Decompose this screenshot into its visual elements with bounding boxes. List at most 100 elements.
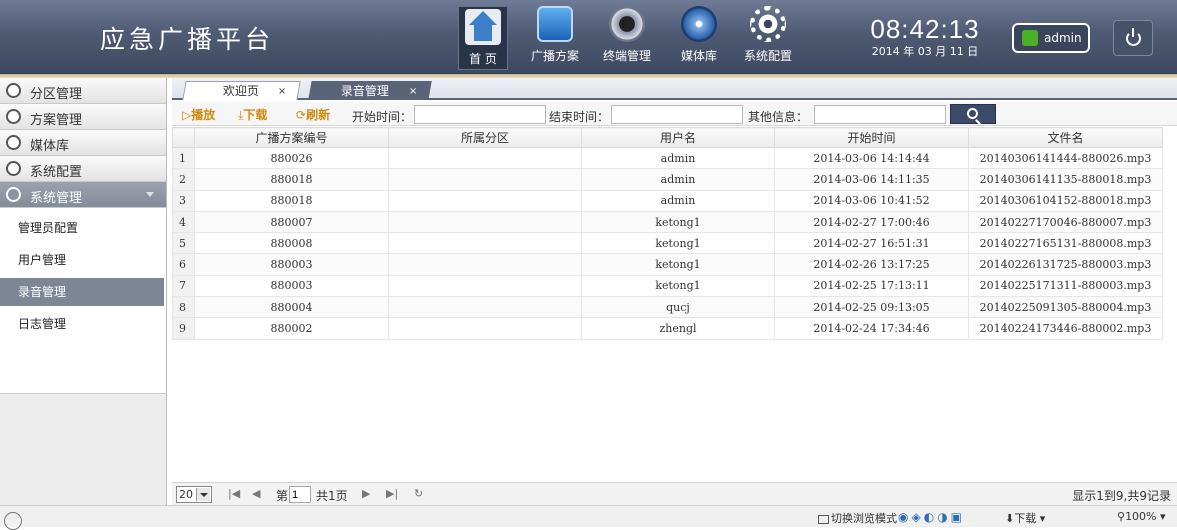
reload-icon[interactable]: ↻ bbox=[414, 487, 423, 500]
start-time-input[interactable] bbox=[414, 105, 546, 124]
location-pin-icon bbox=[6, 83, 21, 98]
table-cell bbox=[388, 296, 582, 319]
column-header[interactable]: 所属分区 bbox=[388, 127, 582, 148]
gear-icon bbox=[6, 161, 21, 176]
sidebar-item-admin-config[interactable]: 管理员配置 bbox=[0, 214, 164, 242]
close-icon[interactable]: × bbox=[277, 82, 285, 101]
table-row[interactable]: 3 880018 admin 2014-03-06 10:41:52 201403061… bbox=[172, 189, 1163, 212]
search-button[interactable] bbox=[950, 104, 996, 124]
toggle-icon[interactable]: ◐◑ bbox=[924, 510, 951, 524]
table-row[interactable]: 2 880018 admin 2014-03-06 14:11:35 201403061… bbox=[172, 168, 1163, 191]
table-body: 1 880026 admin 2014-03-06 14:14:44 201403061… bbox=[172, 146, 1163, 340]
tab-record-manage[interactable]: 录音管理 × bbox=[308, 81, 432, 101]
end-time-label: 结束时间： bbox=[549, 110, 610, 124]
table-cell: ketong1 bbox=[581, 274, 775, 298]
sidebar-group-plan[interactable]: 方案管理 bbox=[0, 104, 166, 130]
column-header[interactable]: 文件名 bbox=[968, 127, 1163, 148]
table-cell: 880002 bbox=[194, 317, 389, 340]
zoom-level[interactable]: ⚲100% ▾ bbox=[1117, 510, 1166, 523]
refresh-button[interactable]: ⟳刷新 bbox=[296, 106, 330, 123]
table-cell bbox=[388, 232, 582, 255]
table-cell bbox=[388, 189, 582, 212]
status-download-label: 下载 bbox=[1014, 512, 1037, 525]
table-row[interactable]: 4 880007 ketong1 2014-02-27 17:00:46 2014022… bbox=[172, 210, 1163, 234]
accelerator-icon[interactable]: ◈ bbox=[911, 510, 923, 524]
download-label: 下载 bbox=[243, 108, 268, 122]
next-page-icon[interactable]: ▶ bbox=[362, 487, 370, 500]
end-time-input[interactable] bbox=[611, 105, 743, 124]
nav-system-config-label: 系统配置 bbox=[743, 49, 792, 63]
table-cell: admin bbox=[581, 168, 775, 191]
home-icon bbox=[465, 9, 501, 45]
sidebar-group-media[interactable]: 媒体库 bbox=[0, 130, 166, 156]
table-cell: 880018 bbox=[194, 189, 389, 212]
zoom-value: 100% bbox=[1125, 510, 1157, 523]
nav-terminal[interactable]: 终端管理 bbox=[596, 6, 658, 70]
switch-browse-mode-label: 切换浏览模式 bbox=[831, 512, 897, 525]
user-button[interactable]: admin bbox=[1012, 23, 1090, 53]
shield-icon[interactable]: ▣ bbox=[951, 510, 965, 524]
user-icon bbox=[1022, 30, 1038, 46]
tab-welcome[interactable]: 欢迎页 × bbox=[182, 81, 301, 101]
table-row[interactable]: 7 880003 ketong1 2014-02-25 17:13:11 2014022… bbox=[172, 274, 1163, 298]
page-size-select[interactable]: 20 bbox=[176, 486, 212, 503]
table-cell bbox=[388, 317, 582, 340]
page-total: 共1页 bbox=[316, 489, 348, 503]
page-number-input[interactable] bbox=[289, 486, 311, 503]
download-button[interactable]: ⤓下载 bbox=[238, 106, 267, 123]
status-download[interactable]: ⬇下载 ▾ bbox=[1005, 510, 1045, 526]
row-number-cell: 7 bbox=[172, 274, 195, 298]
tab-label: 欢迎页 bbox=[222, 84, 259, 98]
table-row[interactable]: 1 880026 admin 2014-03-06 14:14:44 201403061… bbox=[172, 146, 1163, 170]
table-cell: 20140225171311-880003.mp3 bbox=[968, 274, 1163, 298]
search-icon bbox=[967, 108, 978, 119]
prev-page-icon[interactable]: ◀ bbox=[252, 487, 260, 500]
close-icon[interactable]: × bbox=[408, 82, 416, 101]
table-row[interactable]: 5 880008 ketong1 2014-02-27 16:51:31 2014022… bbox=[172, 232, 1163, 255]
table-cell: ketong1 bbox=[581, 210, 775, 234]
last-page-icon[interactable]: ▶| bbox=[386, 487, 398, 500]
sidebar-group-zone[interactable]: 分区管理 bbox=[0, 78, 166, 104]
nav-system-config[interactable]: 系统配置 bbox=[736, 6, 800, 70]
clock-date: 2014 年 03 月 11 日 bbox=[871, 45, 979, 58]
table-cell: 20140306141444-880026.mp3 bbox=[968, 146, 1163, 170]
table-cell: admin bbox=[581, 146, 775, 170]
table-cell: 2014-02-27 16:51:31 bbox=[774, 232, 969, 255]
other-info-input[interactable] bbox=[814, 105, 946, 124]
sidebar-group-label: 系统管理 bbox=[30, 191, 83, 206]
column-header[interactable]: 广播方案编号 bbox=[194, 127, 389, 148]
first-page-icon[interactable]: |◀ bbox=[228, 487, 240, 500]
play-button[interactable]: ▷播放 bbox=[182, 106, 215, 123]
status-icons: ◉◈◐◑▣ bbox=[898, 510, 965, 524]
table-cell bbox=[388, 210, 582, 234]
nav-home[interactable]: 首 页 bbox=[458, 6, 508, 70]
table-row[interactable]: 9 880002 zhengl 2014-02-24 17:34:46 20140224… bbox=[172, 317, 1163, 340]
table-cell bbox=[388, 253, 582, 276]
start-time-label: 开始时间： bbox=[352, 110, 413, 124]
table-cell: 880018 bbox=[194, 168, 389, 191]
column-header[interactable]: 开始时间 bbox=[774, 127, 969, 148]
nav-terminal-label: 终端管理 bbox=[602, 49, 651, 63]
table-row[interactable]: 8 880004 qucj 2014-02-25 09:13:05 2014022509… bbox=[172, 296, 1163, 319]
clock: 08:42:13 2014 年 03 月 11 日 bbox=[860, 14, 990, 59]
sidebar-group-config[interactable]: 系统配置 bbox=[0, 156, 166, 182]
nav-broadcast-plan[interactable]: 广播方案 bbox=[522, 6, 588, 70]
sidebar-item-record-manage[interactable]: 录音管理 bbox=[0, 278, 164, 306]
sidebar-item-user-manage[interactable]: 用户管理 bbox=[0, 246, 164, 274]
status-globe-icon bbox=[4, 512, 22, 530]
sidebar-group-system[interactable]: 系统管理 bbox=[0, 182, 166, 208]
play-label: 播放 bbox=[191, 108, 216, 122]
switch-browse-mode[interactable]: 切换浏览模式 bbox=[818, 510, 897, 526]
logout-button[interactable] bbox=[1113, 20, 1153, 56]
table-cell: 880008 bbox=[194, 232, 389, 255]
ie-icon[interactable]: ◉ bbox=[898, 510, 911, 524]
row-number-cell: 3 bbox=[172, 189, 195, 212]
nav-media[interactable]: 媒体库 bbox=[672, 6, 726, 70]
sidebar-item-log-manage[interactable]: 日志管理 bbox=[0, 310, 164, 338]
table-row[interactable]: 6 880003 ketong1 2014-02-26 13:17:25 2014022… bbox=[172, 253, 1163, 276]
record-count-info: 显示1到9,共9记录 bbox=[1072, 489, 1171, 503]
column-header[interactable]: 用户名 bbox=[581, 127, 775, 148]
table-cell: 2014-03-06 14:11:35 bbox=[774, 168, 969, 191]
table-cell: 880026 bbox=[194, 146, 389, 170]
power-icon bbox=[1126, 28, 1141, 46]
